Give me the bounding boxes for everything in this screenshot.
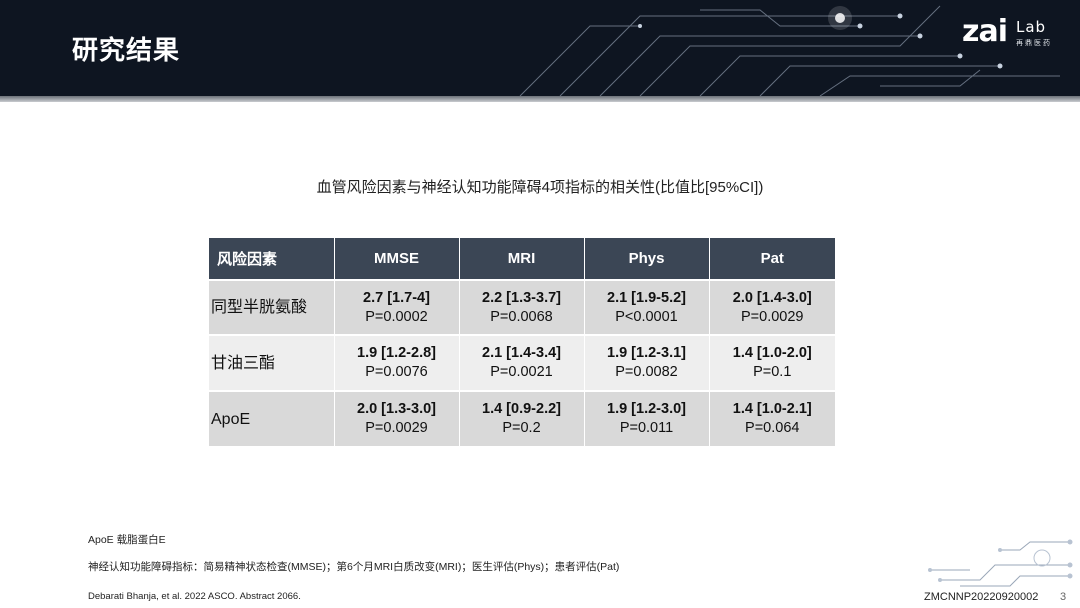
ci-value: 1.4 [1.0-2.0]	[732, 345, 812, 361]
ci-value: 2.2 [1.3-3.7]	[482, 289, 561, 306]
p-value: P=0.0002	[365, 308, 428, 325]
ci-value: 2.1 [1.9-5.2]	[607, 289, 686, 306]
circuit-corner-decoration	[928, 539, 1073, 587]
ci-value: 1.9 [1.2-3.1]	[607, 345, 686, 361]
ci-value: 2.1 [1.4-3.4]	[482, 345, 561, 361]
risk-factor-cell: 甘油三酯	[209, 334, 335, 391]
table-caption: 血管风险因素与神经认知功能障碍4项指标的相关性(比值比[95%CI])	[316, 179, 764, 196]
table-row: 甘油三酯 1.9 [1.2-2.8] P=0.0076 2.1 [1.4-3.4]…	[209, 334, 835, 391]
ci-value: 1.9 [1.2-3.0]	[607, 401, 686, 417]
p-value: P=0.0029	[741, 308, 804, 325]
risk-factor-cell: ApoE	[209, 390, 335, 446]
document-code: ZMCNNP20220920002	[924, 591, 1039, 603]
indicators-footnote: 神经认知功能障碍指标：简易精神状态检查(MMSE)；第6个月MRI白质改变(MR…	[88, 561, 620, 573]
ci-value: 1.4 [0.9-2.2]	[482, 401, 561, 417]
header-phys: Phys	[584, 238, 710, 280]
odds-ratio-cell: 2.2 [1.3-3.7] P=0.0068	[459, 279, 585, 335]
slide-header: 研究结果 zai Lab 再鼎医药	[0, 0, 1080, 96]
apoe-footnote: ApoE 载脂蛋白E	[88, 534, 166, 546]
odds-ratio-cell: 2.1 [1.4-3.4] P=0.0021	[459, 334, 585, 391]
ci-value: 2.7 [1.7-4]	[363, 289, 430, 306]
header-divider	[0, 96, 1080, 102]
odds-ratio-cell: 1.4 [1.0-2.1] P=0.064	[709, 390, 835, 446]
p-value: P=0.0076	[365, 364, 428, 380]
logo-main-text: zai	[962, 14, 1008, 49]
ci-value: 2.0 [1.3-3.0]	[357, 401, 436, 417]
page-title: 研究结果	[72, 35, 181, 65]
header-mri: MRI	[459, 238, 585, 280]
odds-ratio-cell: 2.0 [1.3-3.0] P=0.0029	[334, 390, 460, 446]
table-header-row: 风险因素 MMSE MRI Phys Pat	[209, 238, 835, 280]
p-value: P=0.064	[745, 420, 800, 436]
odds-ratio-cell: 2.7 [1.7-4] P=0.0002	[334, 279, 460, 335]
logo-sub-text: Lab	[1016, 18, 1047, 36]
header-mmse: MMSE	[334, 238, 460, 280]
p-value: P=0.0021	[490, 364, 553, 380]
header-pat: Pat	[709, 238, 835, 280]
ci-value: 2.0 [1.4-3.0]	[732, 289, 812, 306]
zailab-logo: zai Lab 再鼎医药	[962, 14, 1058, 49]
header-risk-factor: 风险因素	[209, 238, 335, 280]
odds-ratio-cell: 2.1 [1.9-5.2] P<0.0001	[584, 279, 710, 335]
p-value: P=0.0068	[490, 308, 553, 325]
odds-ratio-cell: 1.4 [0.9-2.2] P=0.2	[459, 390, 585, 446]
results-table: 风险因素 MMSE MRI Phys Pat 同型半胱氨酸 2.7 [1.7-4…	[209, 238, 835, 446]
odds-ratio-cell: 1.9 [1.2-2.8] P=0.0076	[334, 334, 460, 391]
table-row: ApoE 2.0 [1.3-3.0] P=0.0029 1.4 [0.9-2.2]…	[209, 390, 835, 446]
p-value: P=0.011	[619, 420, 674, 436]
ci-value: 1.4 [1.0-2.1]	[732, 401, 812, 417]
odds-ratio-cell: 2.0 [1.4-3.0] P=0.0029	[709, 279, 835, 335]
p-value: P=0.0029	[365, 420, 428, 436]
p-value: P<0.0001	[615, 308, 678, 325]
table-row: 同型半胱氨酸 2.7 [1.7-4] P=0.0002 2.2 [1.3-3.7]…	[209, 279, 835, 335]
odds-ratio-cell: 1.9 [1.2-3.1] P=0.0082	[584, 334, 710, 391]
p-value: P=0.2	[502, 420, 541, 436]
page-number: 3	[1060, 591, 1067, 603]
risk-factor-cell: 同型半胱氨酸	[209, 279, 335, 335]
ci-value: 1.9 [1.2-2.8]	[357, 345, 436, 361]
reference-footnote: Debarati Bhanja, et al. 2022 ASCO. Abstr…	[88, 591, 301, 602]
p-value: P=0.1	[753, 364, 792, 380]
logo-chinese-text: 再鼎医药	[1016, 40, 1052, 47]
odds-ratio-cell: 1.4 [1.0-2.0] P=0.1	[709, 334, 835, 391]
p-value: P=0.0082	[615, 364, 678, 380]
odds-ratio-cell: 1.9 [1.2-3.0] P=0.011	[584, 390, 710, 446]
